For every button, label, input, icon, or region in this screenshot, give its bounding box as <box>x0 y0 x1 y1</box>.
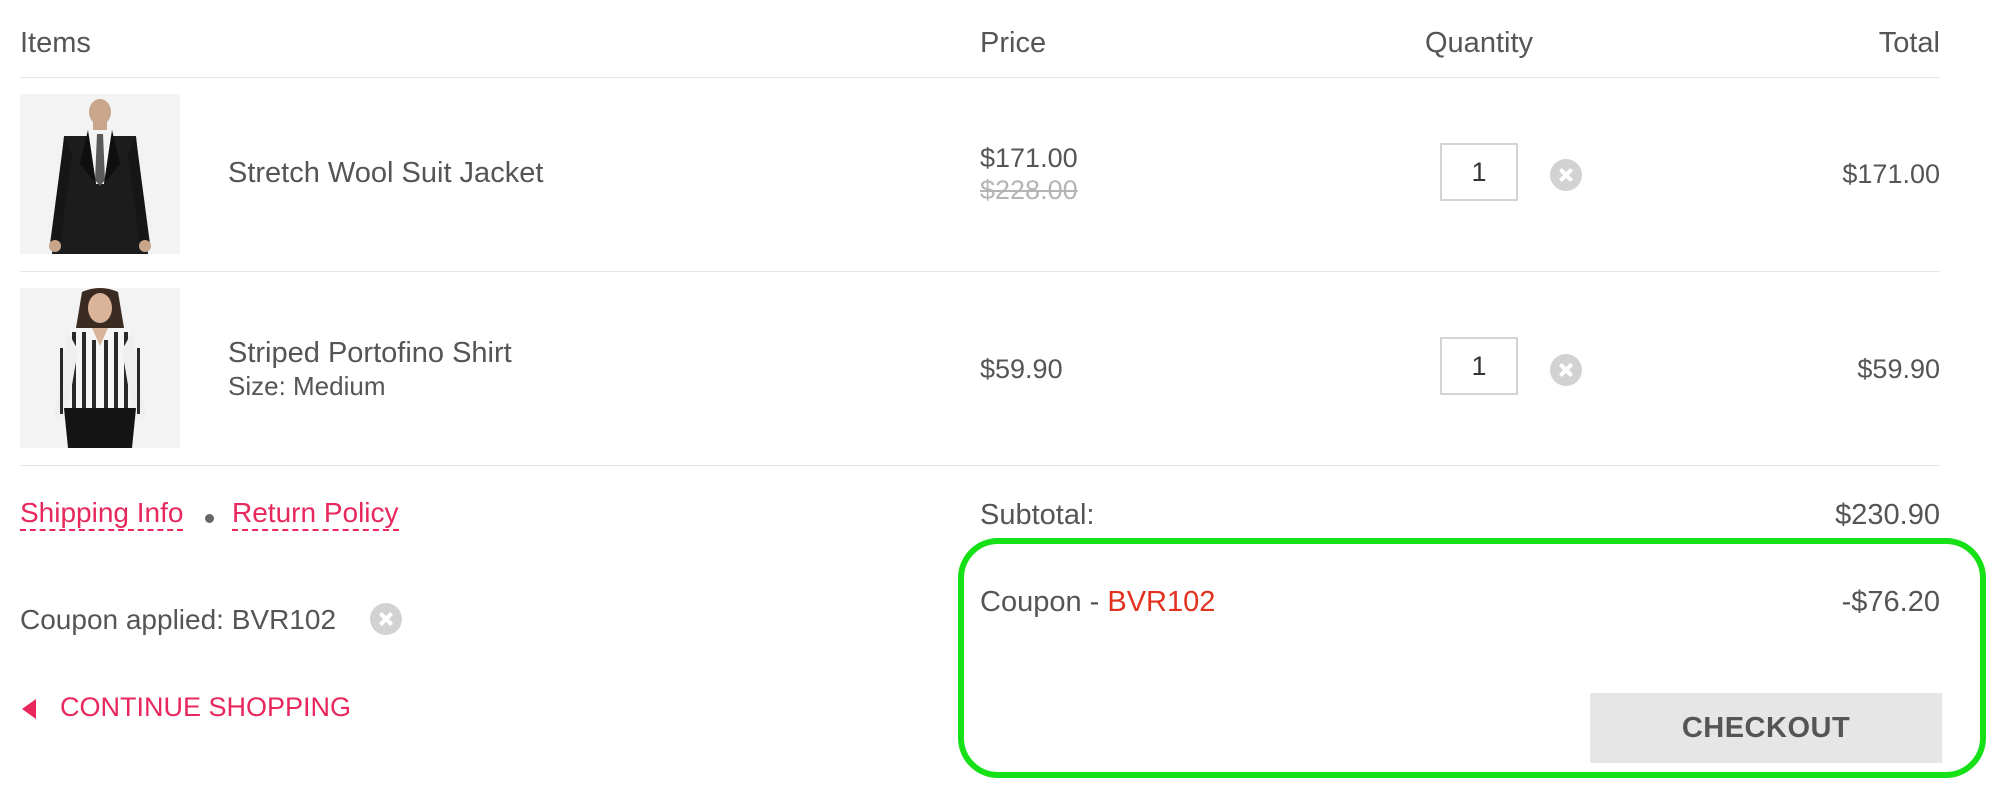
remove-coupon-icon[interactable] <box>370 603 402 635</box>
subtotal-value: $230.90 <box>1835 499 1940 531</box>
coupon-code: BVR102 <box>1107 586 1216 618</box>
chevron-left-icon <box>22 699 36 719</box>
remove-item-icon[interactable] <box>1550 159 1582 191</box>
bullet-separator <box>205 514 214 523</box>
striped-shirt-photo[interactable] <box>20 288 180 448</box>
item-name[interactable]: Stretch Wool Suit Jacket <box>228 156 543 191</box>
coupon-summary-label: Coupon - BVR102 <box>980 588 1215 617</box>
item-total: $59.90 <box>1857 354 1940 384</box>
suit-jacket-photo[interactable] <box>20 94 180 254</box>
header-divider <box>20 77 1940 78</box>
coupon-label-prefix: Coupon - <box>980 586 1108 618</box>
item-total: $171.00 <box>1842 159 1940 189</box>
coupon-applied-text: Coupon applied: BVR102 <box>20 604 337 635</box>
item-size: Size: Medium <box>228 371 386 401</box>
continue-shopping-link[interactable]: CONTINUE SHOPPING <box>60 694 351 721</box>
item-price: $59.90 <box>980 354 1063 384</box>
remove-item-icon[interactable] <box>1550 354 1582 386</box>
row-divider <box>20 271 1940 272</box>
item-original-price: $228.00 <box>980 175 1078 205</box>
header-quantity: Quantity <box>1425 27 1533 59</box>
item-name[interactable]: Striped Portofino Shirt <box>228 336 512 371</box>
header-total: Total <box>1878 27 1940 59</box>
checkout-button[interactable]: CHECKOUT <box>1590 693 1942 763</box>
coupon-discount-value: -$76.20 <box>1841 586 1940 618</box>
subtotal-label: Subtotal: <box>980 499 1095 531</box>
header-items: Items <box>20 27 91 59</box>
quantity-input[interactable] <box>1440 143 1518 201</box>
quantity-input[interactable] <box>1440 337 1518 395</box>
shipping-info-link[interactable]: Shipping Info <box>20 499 184 531</box>
cart-page: Items Price Quantity Total Stretch Wool … <box>0 0 2002 800</box>
header-price: Price <box>980 27 1047 59</box>
item-price: $171.00 <box>980 143 1078 173</box>
return-policy-link[interactable]: Return Policy <box>232 499 399 531</box>
row-divider <box>20 465 1940 466</box>
